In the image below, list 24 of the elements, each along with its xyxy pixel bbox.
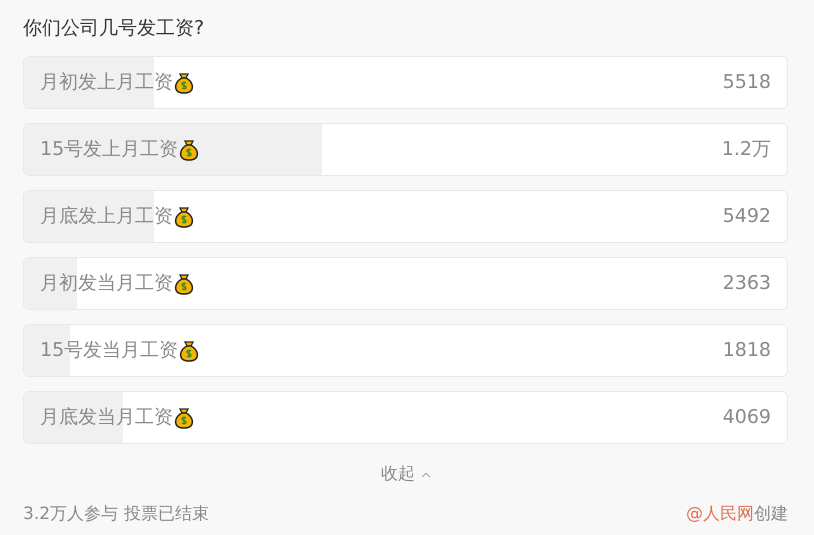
participant-count: 3.2万人参与 bbox=[23, 502, 118, 526]
option-label: 月初发上月工资 bbox=[40, 70, 173, 96]
vote-count: 5518 bbox=[722, 70, 771, 96]
vote-count: 1.2万 bbox=[722, 137, 771, 162]
creator-link[interactable]: @人民网 bbox=[686, 502, 754, 527]
vote-count: 5492 bbox=[722, 204, 771, 230]
money-bag-icon bbox=[179, 340, 200, 362]
vote-count: 1818 bbox=[722, 338, 771, 364]
money-bag-icon bbox=[179, 138, 200, 160]
poll-status: 投票已结束 bbox=[124, 502, 210, 526]
money-bag-icon bbox=[174, 406, 194, 428]
money-bag-icon bbox=[174, 272, 194, 294]
vote-count: 4069 bbox=[722, 405, 771, 430]
money-bag-icon bbox=[174, 206, 194, 228]
option-label: 月初发当月工资 bbox=[40, 271, 173, 296]
option-label: 15号发上月工资 bbox=[40, 137, 178, 162]
vote-count: 2363 bbox=[722, 271, 771, 296]
money-bag-icon bbox=[174, 72, 194, 94]
option-label: 15号发当月工资 bbox=[40, 338, 178, 364]
created-label: 创建 bbox=[754, 502, 788, 526]
collapse-button[interactable]: 收起 bbox=[381, 462, 433, 488]
poll-title: 你们公司几号发工资? bbox=[23, 16, 206, 41]
option-label: 月底发当月工资 bbox=[40, 405, 173, 430]
option-label: 月底发上月工资 bbox=[40, 204, 173, 230]
